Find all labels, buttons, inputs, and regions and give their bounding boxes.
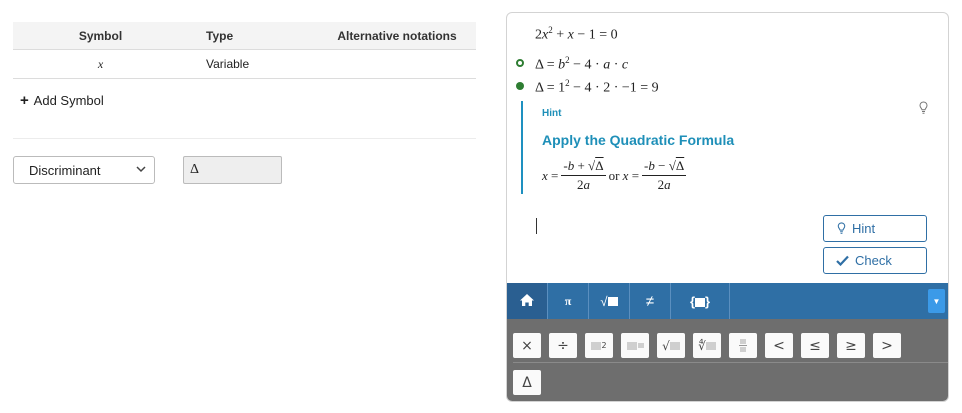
row-symbol: x: [97, 56, 104, 71]
lightbulb-icon: [837, 222, 846, 235]
key-fraction[interactable]: [729, 333, 757, 358]
tab-pi[interactable]: π: [548, 283, 589, 319]
step-open-icon: [516, 59, 524, 67]
header-alt-notations: Alternative notations: [337, 28, 457, 43]
hint-label: Hint: [542, 108, 562, 119]
home-icon: [519, 293, 535, 310]
key-nth-root[interactable]: ∜: [693, 333, 721, 358]
solution-step[interactable]: Δ = 12 − 4 · 2 · −1 = 9: [535, 78, 659, 97]
lightbulb-icon[interactable]: [919, 101, 928, 115]
symbol-table-header: Symbol Type Alternative notations: [13, 22, 476, 50]
hint-button-label: Hint: [852, 221, 876, 236]
solution-step[interactable]: Δ = b2 − 4 · a · c: [535, 55, 628, 74]
check-button[interactable]: Check: [823, 247, 927, 274]
add-symbol-button[interactable]: + Add Symbol: [20, 92, 104, 109]
formula-connector: or: [608, 167, 620, 183]
chevron-down-icon: [136, 163, 146, 178]
symbol-type-select[interactable]: Discriminant: [13, 156, 155, 184]
row-type: Variable: [206, 57, 250, 71]
key-times[interactable]: ×: [513, 333, 541, 358]
sqrt-icon: √: [600, 294, 618, 309]
hint-box: Hint Apply the Quadratic Formula x = -b …: [521, 101, 928, 194]
check-button-label: Check: [855, 253, 892, 268]
key-less-equal[interactable]: ≤: [801, 333, 829, 358]
header-symbol: Symbol: [78, 28, 123, 43]
header-type: Type: [206, 28, 234, 43]
step-done-icon: [516, 82, 524, 90]
symbol-value-input[interactable]: Δ: [183, 156, 282, 184]
key-power[interactable]: [621, 333, 649, 358]
keyboard-tabs: π √ ≠ {} ▼: [507, 283, 948, 319]
virtual-keyboard: × ÷ 2 √ ∜ < ≤ ≥ > Δ: [507, 319, 948, 401]
hint-button[interactable]: Hint: [823, 215, 927, 242]
table-row[interactable]: x Variable: [13, 50, 476, 79]
key-less[interactable]: <: [765, 333, 793, 358]
tab-relations-label: ≠: [645, 292, 655, 310]
math-input-caret[interactable]: [536, 218, 537, 234]
tab-root[interactable]: √: [589, 283, 630, 319]
key-greater[interactable]: >: [873, 333, 901, 358]
symbol-type-selected: Discriminant: [29, 162, 101, 178]
key-square[interactable]: 2: [585, 333, 613, 358]
key-sqrt[interactable]: √: [657, 333, 685, 358]
key-greater-equal[interactable]: ≥: [837, 333, 865, 358]
tab-relations[interactable]: ≠: [630, 283, 671, 319]
solution-panel: 2x2 + x − 1 = 0 Δ = b2 − 4 · a · c Δ = 1…: [506, 12, 949, 402]
tab-pi-label: π: [564, 293, 572, 308]
checkmark-icon: [836, 255, 849, 266]
caret-down-icon: ▼: [932, 296, 941, 306]
symbol-table: Symbol Type Alternative notations x Vari…: [13, 22, 476, 79]
tab-sets[interactable]: {}: [671, 283, 730, 319]
key-divide[interactable]: ÷: [549, 333, 577, 358]
plus-icon: +: [20, 92, 29, 109]
add-symbol-label: Add Symbol: [33, 93, 104, 108]
keyboard-separator: [513, 362, 948, 363]
braces-icon: {}: [689, 293, 711, 309]
keyboard-dropdown-button[interactable]: ▼: [928, 289, 945, 313]
divider: [13, 138, 476, 139]
equation: 2x2 + x − 1 = 0: [535, 25, 618, 43]
hint-title: Apply the Quadratic Formula: [542, 132, 735, 148]
tab-home[interactable]: [507, 283, 548, 319]
key-delta[interactable]: Δ: [513, 370, 541, 395]
quadratic-formula: x = -b + √Δ 2a or x = -b − √Δ 2a: [542, 158, 687, 192]
